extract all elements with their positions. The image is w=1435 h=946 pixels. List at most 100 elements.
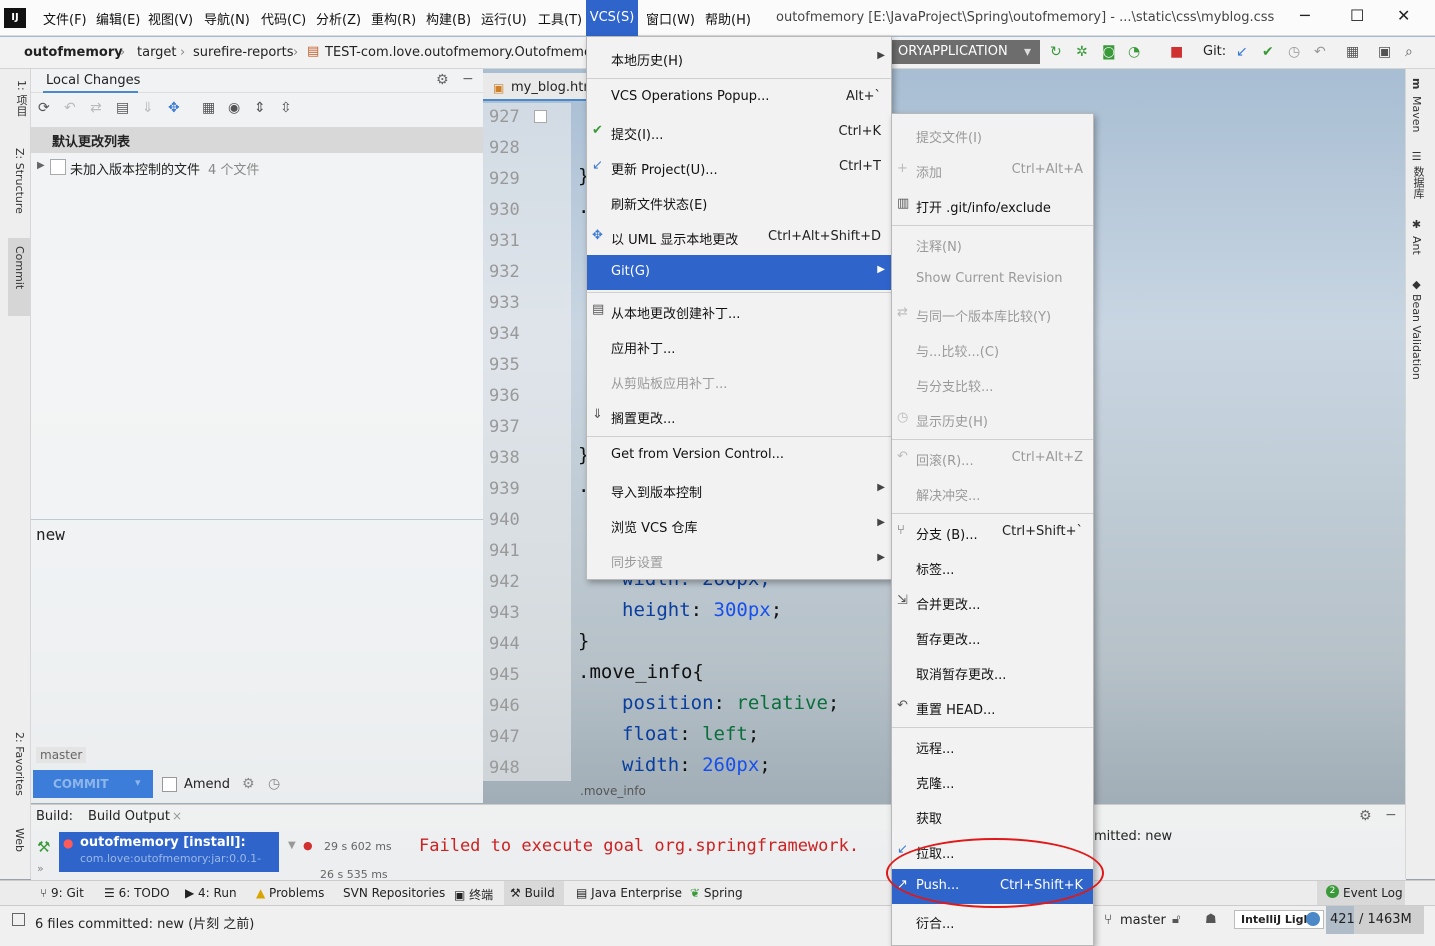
profile-icon[interactable]: ◔: [1128, 44, 1140, 60]
history-icon[interactable]: ◷: [1288, 44, 1300, 60]
status-branch[interactable]: master: [1120, 913, 1166, 928]
menu-vcs[interactable]: VCS(S): [586, 0, 638, 36]
build-tool-tab[interactable]: ⚒ Build: [510, 886, 555, 900]
svn-tool-tab[interactable]: SVN Repositories: [343, 886, 445, 900]
code-line-947[interactable]: float: left;: [622, 723, 759, 745]
unversioned-checkbox[interactable]: [50, 159, 66, 175]
local-changes-tab[interactable]: Local Changes: [46, 73, 140, 88]
vcs-menu-item-item[interactable]: ▤ 从本地更改创建补丁...: [587, 294, 891, 329]
code-breadcrumb[interactable]: .move_info: [580, 784, 646, 798]
maximize-button[interactable]: ☐: [1350, 6, 1364, 25]
menu-edit[interactable]: 编辑(E): [96, 9, 140, 28]
database-tool-tab[interactable]: 数据库: [1410, 166, 1426, 199]
gear-icon[interactable]: ⚙: [436, 72, 449, 88]
run-tool-tab[interactable]: ▶ 4: Run: [185, 886, 237, 900]
vcs-menu-item-project-u[interactable]: ↙ 更新 Project(U)... Ctrl+T: [587, 150, 891, 185]
build-output-tab[interactable]: Build Output: [88, 809, 170, 824]
git-menu-item-item[interactable]: 衍合...: [892, 904, 1093, 939]
menu-view[interactable]: 视图(V): [148, 9, 193, 28]
status-message[interactable]: 6 files committed: new (片刻 之前): [35, 913, 254, 932]
chevron-down-icon[interactable]: ▾: [135, 776, 141, 789]
breadcrumb-target[interactable]: target: [137, 45, 177, 60]
coverage-icon[interactable]: ◙: [1102, 44, 1116, 60]
layout-toggle-icon[interactable]: [12, 913, 25, 926]
rollback-icon[interactable]: ↶: [1314, 44, 1326, 60]
menu-help[interactable]: 帮助(H): [705, 9, 751, 28]
menu-file[interactable]: 文件(F): [43, 9, 87, 28]
hammer-icon[interactable]: ⚒: [37, 838, 50, 856]
vcs-menu-item-e[interactable]: 刷新文件状态(E): [587, 185, 891, 220]
menu-navigate[interactable]: 导航(N): [204, 9, 250, 28]
grid-icon[interactable]: ▦: [202, 100, 215, 116]
shelve-icon[interactable]: ⇓: [142, 100, 154, 116]
menu-code[interactable]: 代码(C): [261, 9, 306, 28]
code-selector-move-info[interactable]: .move_info{: [578, 661, 704, 683]
expand-arrow-icon[interactable]: ▶: [37, 160, 45, 171]
collapse-all-icon[interactable]: ⇳: [280, 100, 292, 116]
stop-icon[interactable]: ■: [1170, 44, 1183, 60]
git-menu-item-b[interactable]: ⑂ 分支 (B)... Ctrl+Shift+`: [892, 515, 1093, 550]
structure-tool-tab[interactable]: Z: Structure: [13, 148, 26, 214]
close-icon[interactable]: ×: [172, 809, 182, 823]
menu-run[interactable]: 运行(U): [481, 9, 527, 28]
maven-tool-tab[interactable]: Maven: [1410, 96, 1423, 132]
amend-checkbox[interactable]: [162, 777, 177, 792]
git-commit-icon[interactable]: ✔: [1262, 44, 1274, 60]
group-icon[interactable]: ✥: [168, 100, 180, 116]
changelist-icon[interactable]: ▤: [116, 100, 129, 116]
vcs-menu-item-git-g[interactable]: Git(G) ▶: [587, 255, 891, 290]
vcs-menu-item-i[interactable]: ✔ 提交(I)... Ctrl+K: [587, 115, 891, 150]
git-menu-item-item[interactable]: 获取: [892, 799, 1093, 834]
close-button[interactable]: ✕: [1397, 6, 1410, 25]
vcs-menu-item-vcs-operations-popup[interactable]: VCS Operations Popup... Alt+`: [587, 80, 891, 115]
problems-tool-tab[interactable]: ▲ Problems: [256, 886, 324, 900]
minimize-button[interactable]: ─: [1300, 6, 1310, 25]
terminal-tool-tab[interactable]: ▣ 终端: [454, 886, 493, 903]
vcs-menu-item-get-from-version-control[interactable]: Get from Version Control...: [587, 438, 891, 473]
web-tool-tab[interactable]: Web: [13, 828, 26, 852]
vcs-menu-item-vcs[interactable]: 浏览 VCS 仓库 ▶: [587, 508, 891, 543]
history-icon[interactable]: ◷: [268, 776, 280, 792]
bean-validation-tool-tab[interactable]: Bean Validation: [1410, 294, 1423, 380]
event-log-tab[interactable]: Event Log: [1343, 886, 1403, 900]
breadcrumb-file[interactable]: TEST-com.love.outofmemory.Outofmemor: [325, 45, 597, 60]
search-icon[interactable]: ⌕: [1405, 44, 1413, 60]
gear-icon[interactable]: ⚙: [242, 776, 255, 792]
expand-icon[interactable]: »: [37, 862, 44, 875]
diff-icon[interactable]: ⇄: [90, 100, 102, 116]
ant-tool-tab[interactable]: Ant: [1410, 236, 1423, 255]
editor-tab-label[interactable]: my_blog.htm: [511, 80, 596, 95]
gear-icon[interactable]: ⚙: [1359, 808, 1372, 824]
eye-icon[interactable]: ◉: [228, 100, 240, 116]
code-line-948[interactable]: width: 260px;: [622, 754, 771, 776]
git-menu-item-head[interactable]: ↶ 重置 HEAD...: [892, 690, 1093, 725]
spring-tool-tab[interactable]: ❦ Spring: [690, 886, 743, 900]
expand-all-icon[interactable]: ⇕: [254, 100, 266, 116]
git-tool-tab[interactable]: ⑂ 9: Git: [40, 886, 84, 900]
git-menu-item-item[interactable]: ⇲ 合并更改...: [892, 585, 1093, 620]
rollback-icon[interactable]: ↶: [64, 100, 76, 116]
commit-tool-tab[interactable]: Commit: [13, 246, 26, 289]
inspector-icon[interactable]: ☗: [1205, 912, 1217, 927]
vcs-menu-item-item[interactable]: 导入到版本控制 ▶: [587, 473, 891, 508]
run-config-dropdown[interactable]: ORYAPPLICATION: [890, 40, 1040, 64]
project-tool-tab[interactable]: 1: 项目: [13, 80, 29, 116]
code-line-943[interactable]: height: 300px;: [622, 599, 782, 621]
breadcrumb-project[interactable]: outofmemory: [24, 45, 123, 60]
favorites-tool-tab[interactable]: 2: Favorites: [13, 732, 26, 796]
vcs-menu-item-item[interactable]: 应用补丁...: [587, 329, 891, 364]
vcs-menu-item-uml[interactable]: ✥ 以 UML 显示本地更改 Ctrl+Alt+Shift+D: [587, 220, 891, 255]
git-menu-item-item[interactable]: 标签...: [892, 550, 1093, 585]
git-update-icon[interactable]: ↙: [1236, 44, 1248, 60]
refresh-icon[interactable]: ⟳: [38, 100, 50, 116]
todo-tool-tab[interactable]: ☰ 6: TODO: [104, 886, 170, 900]
rerun-icon[interactable]: ↻: [1050, 44, 1062, 60]
git-menu-item-item[interactable]: 克隆...: [892, 764, 1093, 799]
chevron-down-icon[interactable]: ▼: [288, 840, 296, 851]
amend-label[interactable]: Amend: [184, 777, 230, 792]
hide-icon[interactable]: −: [1385, 807, 1397, 823]
lock-icon[interactable]: 🔓︎: [1172, 912, 1180, 927]
git-menu-item-item[interactable]: 取消暂存更改...: [892, 655, 1093, 690]
commit-message-text[interactable]: new: [36, 525, 65, 544]
build-error-text[interactable]: Failed to execute goal org.springframewo…: [419, 836, 859, 856]
